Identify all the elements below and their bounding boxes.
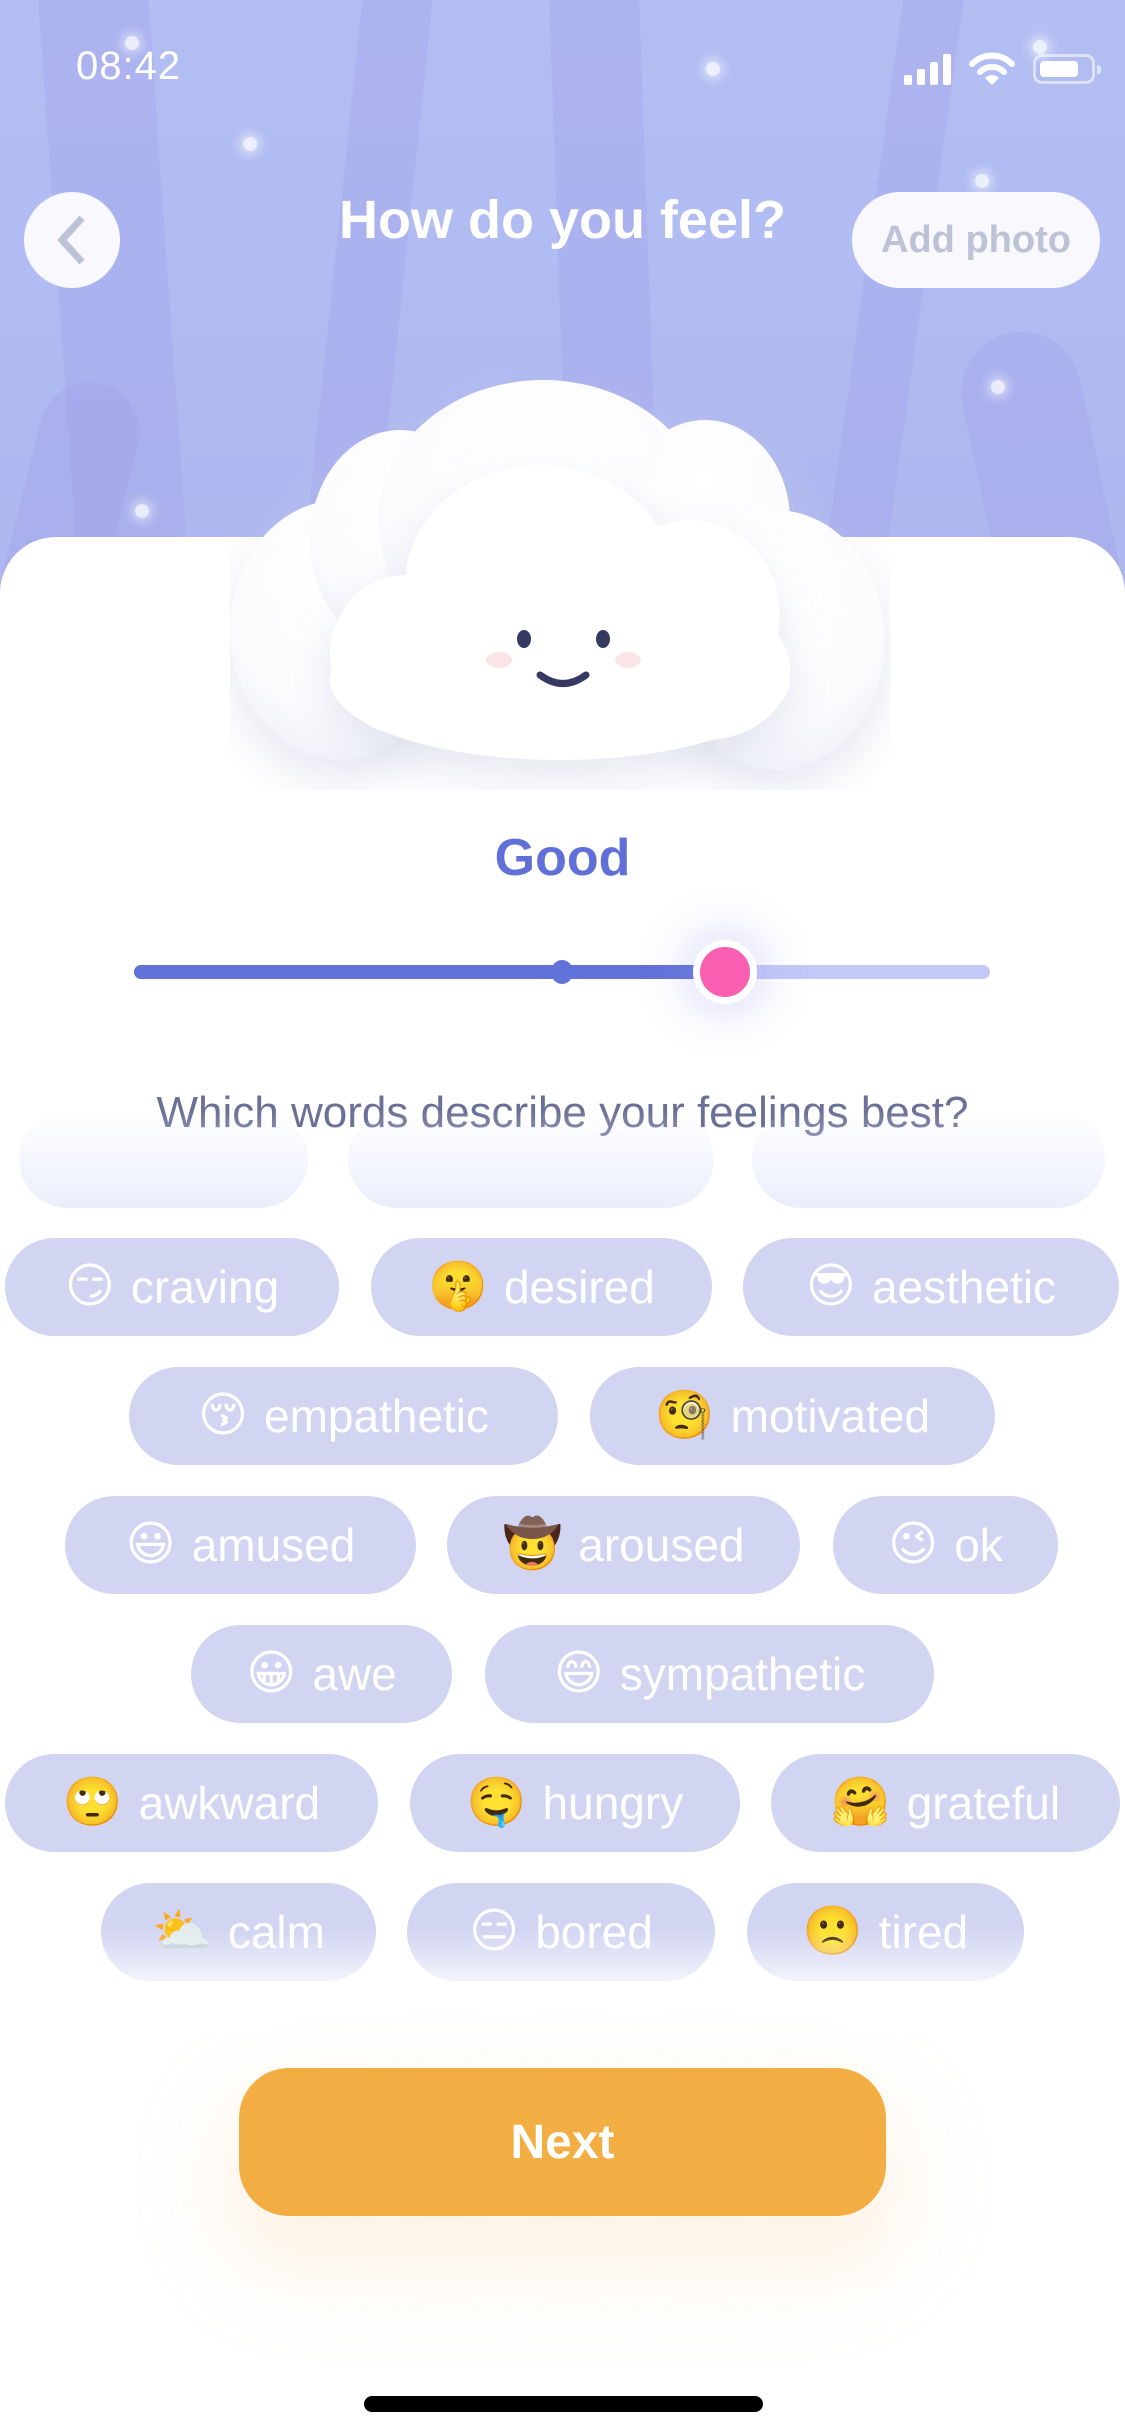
slider-midpoint-marker	[551, 960, 573, 984]
feeling-chip-desired[interactable]: 🤫 desired	[371, 1238, 712, 1336]
feeling-label: motivated	[730, 1390, 931, 1442]
expressionless-emoji-icon: 😑	[469, 1905, 520, 1958]
add-photo-button[interactable]: Add photo	[852, 192, 1100, 288]
feeling-label: empathetic	[264, 1390, 490, 1442]
status-time: 08:42	[76, 44, 182, 88]
cloud-illustration	[230, 380, 885, 770]
feeling-label: ok	[954, 1519, 1003, 1571]
eye-roll-emoji-icon: 🙄	[62, 1776, 123, 1829]
status-icons	[904, 52, 1101, 86]
feeling-chip-ok[interactable]: 😉 ok	[833, 1496, 1058, 1594]
sun-behind-cloud-emoji-icon: ⛅	[152, 1905, 212, 1958]
monocle-emoji-icon: 🧐	[654, 1389, 715, 1442]
hugging-emoji-icon: 🤗	[830, 1776, 891, 1829]
cowboy-emoji-icon: 🤠	[502, 1518, 563, 1571]
feeling-chip-calm[interactable]: ⛅ calm	[101, 1883, 376, 1981]
mood-label: Good	[494, 829, 631, 887]
feeling-label: aroused	[578, 1519, 745, 1571]
feeling-chip-motivated[interactable]: 🧐 motivated	[590, 1367, 995, 1465]
feeling-label: desired	[503, 1261, 655, 1313]
slider-fill	[134, 965, 725, 979]
feeling-chip-grateful[interactable]: 🤗 grateful	[771, 1754, 1120, 1852]
drooling-emoji-icon: 🤤	[466, 1776, 527, 1829]
feeling-chip-amused[interactable]: 😃 amused	[65, 1496, 416, 1594]
feeling-chip-aesthetic[interactable]: 😎 aesthetic	[743, 1238, 1119, 1336]
cloud-eye-right	[596, 630, 610, 648]
feeling-label: calm	[227, 1906, 325, 1958]
sunglasses-emoji-icon: 😎	[805, 1260, 856, 1313]
feeling-chip[interactable]	[348, 1110, 714, 1208]
smiling-eyes-emoji-icon: 😄	[553, 1647, 604, 1700]
feeling-chip-aroused[interactable]: 🤠 aroused	[447, 1496, 800, 1594]
feeling-label: aesthetic	[871, 1261, 1057, 1313]
home-indicator	[364, 2396, 763, 2412]
grinning-face-emoji-icon: 😀	[246, 1647, 297, 1700]
feeling-label: awe	[312, 1648, 397, 1700]
back-button[interactable]	[24, 192, 120, 288]
feeling-chip[interactable]	[752, 1110, 1105, 1208]
feeling-label: bored	[535, 1906, 653, 1958]
feeling-label: craving	[130, 1261, 280, 1313]
feeling-chip-awe[interactable]: 😀 awe	[191, 1625, 452, 1723]
feeling-chip-hungry[interactable]: 🤤 hungry	[410, 1754, 740, 1852]
sparkle	[991, 380, 1005, 394]
feeling-label: tired	[878, 1906, 969, 1958]
feeling-chip[interactable]	[19, 1110, 308, 1208]
cellular-signal-icon	[904, 53, 951, 85]
feeling-label: sympathetic	[619, 1648, 866, 1700]
feeling-chip-tired[interactable]: 🙁 tired	[747, 1883, 1024, 1981]
sparkle	[706, 62, 720, 76]
shushing-emoji-icon: 🤫	[428, 1260, 488, 1313]
winking-emoji-icon: 😉	[888, 1518, 939, 1571]
cloud-eye-left	[517, 630, 531, 648]
wifi-icon	[969, 52, 1015, 85]
feeling-chip-sympathetic[interactable]: 😄 sympathetic	[485, 1625, 934, 1723]
page-title: How do you feel?	[338, 190, 786, 250]
feeling-label: amused	[191, 1519, 356, 1571]
mood-slider[interactable]	[134, 940, 990, 1004]
feeling-label: grateful	[906, 1777, 1061, 1829]
cloud-cheek-right	[615, 652, 641, 668]
slider-thumb[interactable]	[692, 940, 757, 1004]
sparkle	[135, 504, 149, 518]
feeling-chip-empathetic[interactable]: 😚 empathetic	[129, 1367, 558, 1465]
feeling-chip-craving[interactable]: 😏 craving	[5, 1238, 339, 1336]
feeling-label: hungry	[542, 1777, 684, 1829]
grinning-emoji-icon: 😃	[125, 1518, 176, 1571]
smirk-emoji-icon: 😏	[64, 1260, 115, 1313]
battery-icon	[1033, 54, 1101, 84]
sparkle	[975, 174, 989, 188]
kissing-emoji-icon: 😚	[197, 1389, 249, 1442]
cloud-cheek-left	[486, 652, 512, 668]
feeling-chip-awkward[interactable]: 🙄 awkward	[5, 1754, 378, 1852]
chevron-left-icon	[57, 215, 85, 265]
sparkle	[243, 137, 257, 151]
next-button[interactable]: Next	[239, 2068, 886, 2216]
feelings-chip-list: 😏 craving 🤫 desired 😎 aesthetic 😚 empath…	[0, 1110, 1125, 2020]
feeling-label: awkward	[138, 1777, 321, 1829]
feeling-chip-bored[interactable]: 😑 bored	[407, 1883, 715, 1981]
frowning-emoji-icon: 🙁	[802, 1905, 863, 1958]
